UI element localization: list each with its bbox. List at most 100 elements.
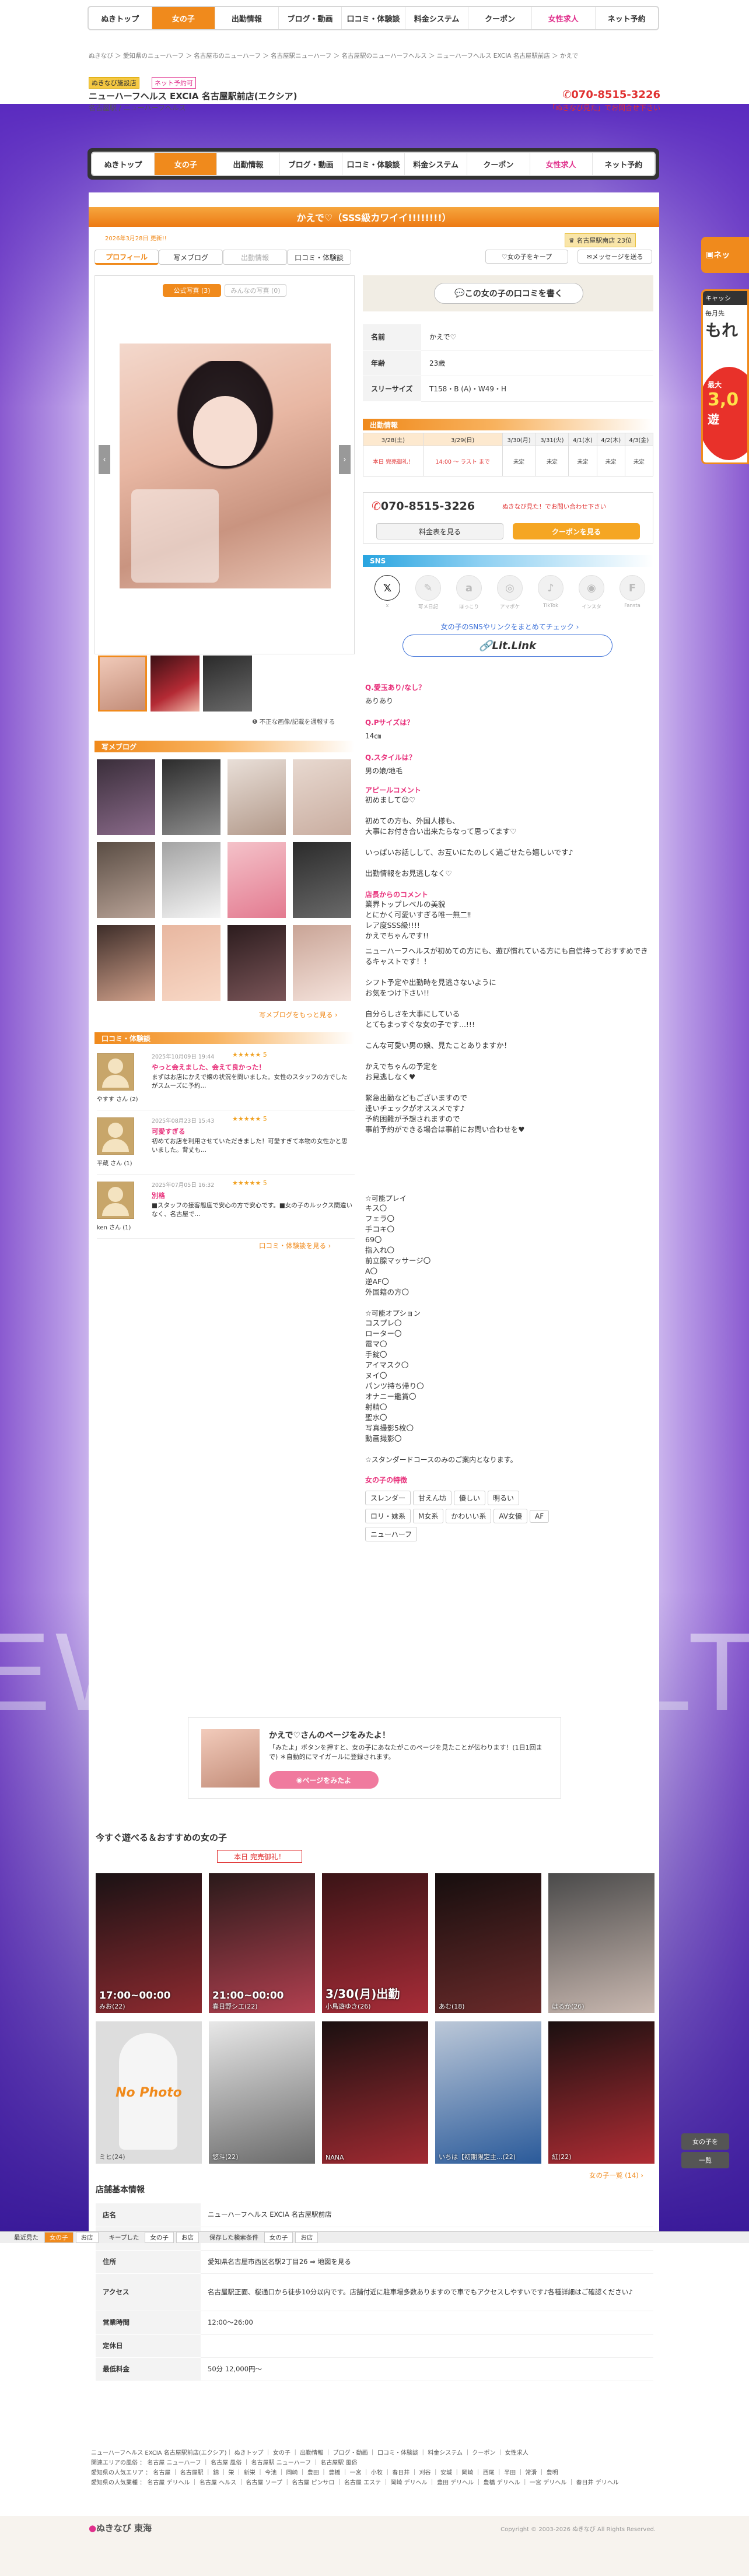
nav-item[interactable]: クーポン xyxy=(468,7,532,29)
shopinfo-value[interactable]: ニューハーフヘルス EXCIA 名古屋駅前店 xyxy=(201,2203,653,2227)
write-review-button[interactable]: 💬 この女の子の口コミを書く xyxy=(434,283,583,304)
review-more-link[interactable]: 口コミ・体験談を見る › xyxy=(259,1241,331,1250)
nav-item[interactable]: クーポン xyxy=(467,153,530,175)
sns-item[interactable]: 𝕏x xyxy=(371,575,404,610)
blog-thumb[interactable] xyxy=(162,842,220,918)
blog-thumb[interactable] xyxy=(162,925,220,1001)
coupon-button[interactable]: クーポンを見る xyxy=(513,523,640,539)
tab-profile[interactable]: プロフィール xyxy=(94,250,159,265)
recommend-card[interactable]: 21:00~00:00 春日野シエ(22) xyxy=(209,1873,315,2013)
footer-logo[interactable]: ●ぬきなび 東海 xyxy=(89,2522,152,2534)
tab-reviews[interactable]: 口コミ・体験談 xyxy=(287,250,351,265)
next-arrow-icon[interactable]: › xyxy=(339,445,351,474)
header-phone[interactable]: ✆070-8515-3226 xyxy=(562,89,660,101)
nav-item[interactable]: 女性求人 xyxy=(532,7,596,29)
review-item[interactable]: やすす さん (2) 2025年10月09日 19:44 ★★★★★ 5 やっと会えま… xyxy=(97,1050,355,1110)
text-line: 射精〇 xyxy=(365,1403,387,1411)
side-girl-button[interactable]: 女の子を xyxy=(681,2133,729,2150)
thumbnail[interactable] xyxy=(203,656,252,712)
girl-list-link[interactable]: 女の子一覧 (14) › xyxy=(589,2171,643,2180)
thumbnail[interactable] xyxy=(150,656,200,712)
side-list-button[interactable]: 一覧 xyxy=(681,2152,729,2168)
mitai-button[interactable]: ◉ ページをみたよ xyxy=(269,1771,379,1789)
tab-official-photos[interactable]: 公式写真 (3) xyxy=(163,284,221,297)
side-net-reserve-tab[interactable]: ▣ ネッ xyxy=(701,237,749,273)
tel-number[interactable]: ✆070-8515-3226 xyxy=(372,500,475,513)
nav-item[interactable]: ブログ・動画 xyxy=(279,7,342,29)
side-cashback-banner[interactable]: キャッシ 毎月先 もれ 最大 3,0 遊 xyxy=(701,289,749,464)
nav-item[interactable]: 口コミ・体験談 xyxy=(342,153,405,175)
blog-thumb[interactable] xyxy=(293,759,351,835)
nav-item[interactable]: 女の子 xyxy=(152,7,216,29)
review-item[interactable]: ken さん (1) 2025年07月05日 16:32 ★★★★★ 5 別格 ■スタッ… xyxy=(97,1178,355,1239)
text-line: フェラ〇 xyxy=(365,1214,395,1223)
recommend-card[interactable]: 紅(22) xyxy=(548,2021,654,2164)
nav-item[interactable]: ぬきトップ xyxy=(89,7,152,29)
nav-item[interactable]: ぬきトップ xyxy=(92,153,155,175)
footer-line[interactable]: 愛知県の人気エリア ： 名古屋 ｜ 名古屋駅 ｜ 錦 ｜ 栄 ｜ 新栄 ｜ 今池… xyxy=(91,2468,628,2478)
nav-item[interactable]: 口コミ・体験談 xyxy=(342,7,405,29)
footer-line[interactable]: ニューハーフヘルス EXCIA 名古屋駅前店(エクシア)｜ ぬきトップ ｜ 女の… xyxy=(91,2448,628,2458)
recommend-card[interactable]: 3/30(月)出勤 小鳥遊ゆき(26) xyxy=(322,1873,428,2013)
recommend-card[interactable]: NANA xyxy=(322,2021,428,2164)
nav-item[interactable]: ブログ・動画 xyxy=(280,153,342,175)
recommend-card[interactable]: あむ(18) xyxy=(435,1873,541,2013)
blog-thumb[interactable] xyxy=(228,759,286,835)
review-item[interactable]: 平蔵 さん (1) 2025年08月23日 15:43 ★★★★★ 5 可愛すぎる 初め… xyxy=(97,1114,355,1175)
bottom-bar-button[interactable]: 女の子 xyxy=(145,2232,174,2243)
sns-item[interactable]: a ほっこり xyxy=(453,575,485,610)
bottom-bar-button[interactable]: お店 xyxy=(295,2232,318,2243)
sns-item[interactable]: ♪ TikTok xyxy=(534,575,567,610)
bottom-bar-button[interactable]: お店 xyxy=(75,2232,99,2243)
tab-user-photos[interactable]: みんなの写真 (0) xyxy=(225,284,286,297)
blog-thumb[interactable] xyxy=(228,925,286,1001)
bottom-bar-button[interactable]: 女の子 xyxy=(264,2232,293,2243)
blog-thumb[interactable] xyxy=(97,759,155,835)
tab-blog[interactable]: 写メブログ xyxy=(159,250,223,265)
tab-schedule[interactable]: 出勤情報 xyxy=(223,250,287,265)
review-user: 平蔵 さん (1) xyxy=(97,1161,132,1167)
recommend-card[interactable]: 17:00~00:00 みお(22) xyxy=(96,1873,202,2013)
send-message-button[interactable]: ✉ メッセージを送る xyxy=(578,250,652,264)
sns-link-text[interactable]: 女の子のSNSやリンクをまとめてチェック › xyxy=(371,622,649,632)
nav-item[interactable]: 出勤情報 xyxy=(217,153,280,175)
recommend-card[interactable]: 悠斗(22) xyxy=(209,2021,315,2164)
prev-arrow-icon[interactable]: ‹ xyxy=(99,445,110,474)
nav-item[interactable]: ネット予約 xyxy=(593,153,654,175)
sns-item[interactable]: ◎ アマポケ xyxy=(494,575,526,610)
nav-item[interactable]: 料金システム xyxy=(405,153,468,175)
nav-item[interactable]: 女の子 xyxy=(155,153,218,175)
blog-thumb[interactable] xyxy=(228,842,286,918)
litlink-button[interactable]: 🔗 Lit.Link xyxy=(402,635,612,657)
blog-thumb[interactable] xyxy=(293,842,351,918)
shopinfo-value[interactable]: 愛知県名古屋市西区名駅2丁目26 ⇒ 地図を見る xyxy=(201,2250,653,2274)
blog-thumb[interactable] xyxy=(162,759,220,835)
bottom-bar-button[interactable]: お店 xyxy=(176,2232,199,2243)
recommend-card[interactable]: はるか(26) xyxy=(548,1873,654,2013)
bottom-bar-button[interactable]: 女の子 xyxy=(44,2232,74,2243)
blog-more-link[interactable]: 写メブログをもっと見る › xyxy=(259,1010,338,1019)
footer-line[interactable]: 関連エリアの風俗 ： 名古屋 ニューハーフ ｜ 名古屋 風俗 ｜ 名古屋駅 ニュ… xyxy=(91,2458,628,2468)
blog-thumb[interactable] xyxy=(97,925,155,1001)
sns-item[interactable]: ✎ 写メ日記 xyxy=(412,575,444,610)
main-photo[interactable] xyxy=(120,344,331,588)
recommend-card[interactable]: No Photo ミヒ(24) xyxy=(96,2021,202,2164)
sns-item[interactable]: F Fansta xyxy=(616,575,649,610)
footer: ニューハーフヘルス EXCIA 名古屋駅前店(エクシア)｜ ぬきトップ ｜ 女の… xyxy=(0,2391,749,2576)
sns-label: Fansta xyxy=(624,603,640,609)
header-phone-note: 「ぬきなび見た」でお問合せ下さい xyxy=(548,104,660,112)
thumbnail[interactable] xyxy=(98,656,147,712)
nav-item[interactable]: 女性求人 xyxy=(530,153,593,175)
nav-item[interactable]: 出勤情報 xyxy=(215,7,279,29)
shop-name[interactable]: ニューハーフヘルス EXCIA 名古屋駅前店(エクシア) xyxy=(89,90,297,102)
blog-thumb[interactable] xyxy=(293,925,351,1001)
sns-item[interactable]: ◉ インスタ xyxy=(575,575,608,610)
price-table-button[interactable]: 料金表を見る xyxy=(376,523,503,539)
blog-thumb[interactable] xyxy=(97,842,155,918)
footer-line[interactable]: 愛知県の人気業種 ： 名古屋 デリヘル ｜ 名古屋 ヘルス ｜ 名古屋 ソープ … xyxy=(91,2478,628,2488)
nav-item[interactable]: 料金システム xyxy=(405,7,469,29)
report-link[interactable]: ❶ 不正な画像/記載を通報する xyxy=(252,717,335,726)
recommend-card[interactable]: いちは【初期限定主...(22) xyxy=(435,2021,541,2164)
nav-item[interactable]: ネット予約 xyxy=(596,7,659,29)
keep-girl-button[interactable]: ♡ 女の子をキープ xyxy=(485,250,568,264)
